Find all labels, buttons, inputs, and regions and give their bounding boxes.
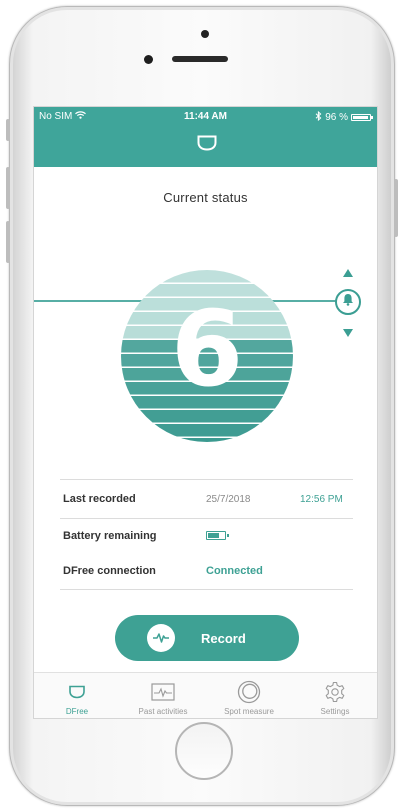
chart-pulse-icon: [151, 680, 175, 704]
threshold-down-arrow-icon[interactable]: [343, 329, 353, 337]
bladder-gauge: 6: [121, 270, 293, 442]
gauge-stripe: [121, 438, 293, 442]
connection-label: DFree connection: [63, 565, 156, 577]
mute-switch: [6, 119, 10, 141]
front-camera: [144, 55, 153, 64]
gauge-stripe: [121, 270, 293, 283]
power-button: [394, 179, 398, 237]
dfree-device-icon: [68, 680, 86, 704]
status-bar: No SIM 11:44 AM 96 %: [34, 107, 377, 125]
last-recorded-date: 25/7/2018: [206, 494, 251, 505]
tab-label: Spot measure: [224, 707, 274, 716]
tab-label: Settings: [320, 707, 350, 716]
proximity-sensor: [201, 30, 209, 38]
connection-status: Connected: [206, 565, 263, 577]
threshold-up-arrow-icon[interactable]: [343, 269, 353, 277]
bell-icon: [342, 293, 354, 311]
gauge-stripe: [121, 410, 293, 423]
tab-past-activities[interactable]: Past activities: [120, 673, 206, 718]
divider: [60, 518, 353, 519]
last-recorded-time: 12:56 PM: [300, 494, 343, 505]
gear-icon: [324, 680, 346, 704]
last-recorded-label: Last recorded: [63, 493, 136, 505]
battery-icon: [351, 114, 373, 121]
volume-down-button: [6, 221, 10, 263]
earpiece-speaker: [172, 56, 228, 62]
battery-remaining-label: Battery remaining: [63, 530, 157, 542]
home-button[interactable]: [175, 722, 233, 780]
bluetooth-icon: [315, 110, 322, 124]
volume-up-button: [6, 167, 10, 209]
divider: [60, 479, 353, 480]
gauge-value: 6: [170, 288, 244, 410]
tab-dfree[interactable]: DFree: [34, 673, 120, 718]
gauge-stripe: [121, 424, 293, 437]
dfree-device-icon: [196, 135, 218, 156]
device-battery-icon: [206, 531, 229, 540]
tab-bar: DFree Past activities Spot measure Setti…: [34, 672, 377, 718]
app-screen: No SIM 11:44 AM 96 % Current status 6 La…: [33, 106, 378, 719]
divider: [60, 589, 353, 590]
ring-icon: [237, 680, 261, 704]
tab-label: DFree: [65, 707, 89, 716]
status-right: 96 %: [315, 110, 373, 124]
tab-label: Past activities: [138, 707, 188, 716]
page-title: Current status: [163, 190, 248, 205]
battery-percent: 96 %: [325, 112, 348, 123]
tab-settings[interactable]: Settings: [292, 673, 377, 718]
tab-spot-measure[interactable]: Spot measure: [206, 673, 292, 718]
notification-threshold-button[interactable]: [335, 289, 361, 315]
record-button[interactable]: Record: [115, 615, 299, 661]
record-label: Record: [201, 630, 246, 646]
app-header: No SIM 11:44 AM 96 %: [34, 107, 377, 167]
pulse-icon: [147, 624, 175, 652]
